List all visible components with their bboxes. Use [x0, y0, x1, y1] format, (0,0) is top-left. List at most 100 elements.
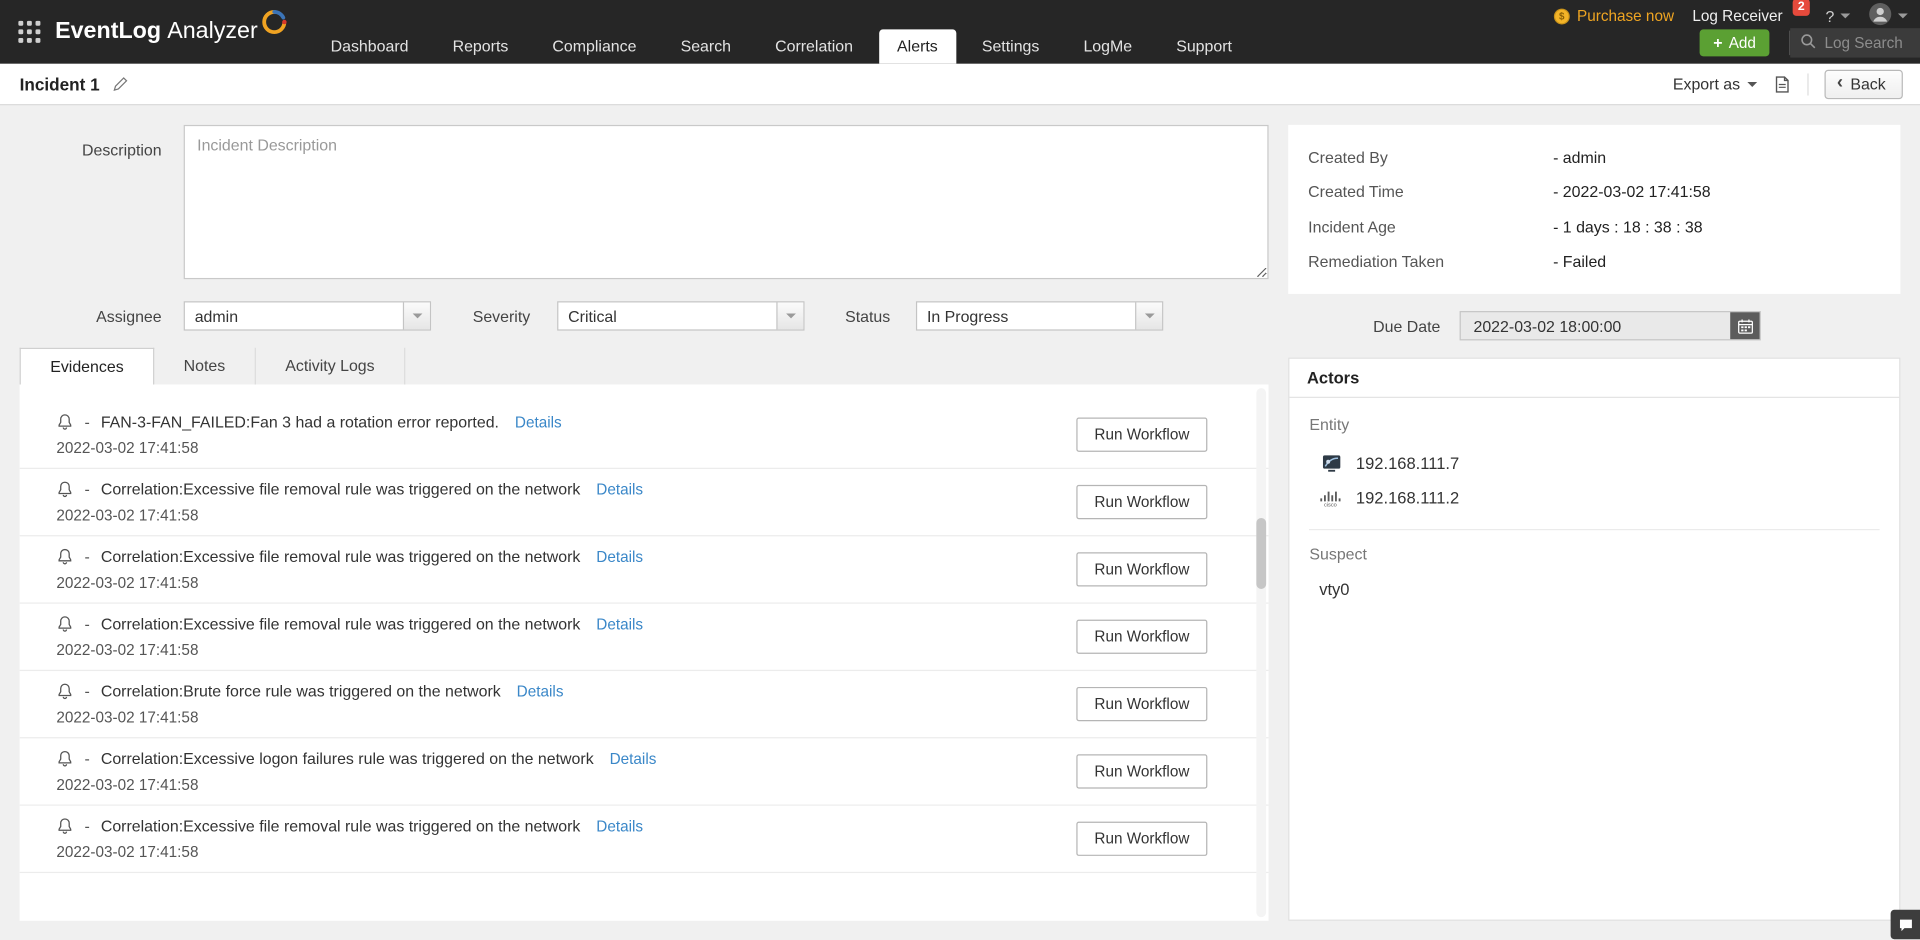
- calendar-icon[interactable]: [1731, 312, 1760, 339]
- evidence-row: - FAN-3-FAN_FAILED:Fan 3 had a rotation …: [20, 402, 1269, 469]
- main-nav: DashboardReportsComplianceSearchCorrelat…: [309, 29, 1254, 63]
- nav-item-logme[interactable]: LogMe: [1065, 29, 1150, 63]
- nav-item-alerts[interactable]: Alerts: [879, 29, 956, 63]
- evidence-row: - Correlation:Excessive file removal rul…: [20, 536, 1269, 603]
- run-workflow-button[interactable]: Run Workflow: [1076, 822, 1208, 856]
- detail-row: Remediation Taken - Failed: [1308, 244, 1881, 279]
- evidence-timestamp: 2022-03-02 17:41:58: [56, 709, 1076, 726]
- caret-down-icon: [1898, 13, 1908, 18]
- logo-text-primary: EventLog: [55, 18, 161, 45]
- evidence-timestamp: 2022-03-02 17:41:58: [56, 440, 1076, 457]
- separator: -: [84, 413, 89, 431]
- due-date-input[interactable]: 2022-03-02 18:00:00: [1460, 311, 1761, 340]
- evidence-message: FAN-3-FAN_FAILED:Fan 3 had a rotation er…: [101, 413, 499, 431]
- export-file-icon[interactable]: [1773, 74, 1791, 94]
- details-link[interactable]: Details: [596, 548, 643, 565]
- detail-row: Incident Age - 1 days : 18 : 38 : 38: [1308, 209, 1881, 244]
- evidence-timestamp: 2022-03-02 17:41:58: [56, 844, 1076, 861]
- details-link[interactable]: Details: [517, 683, 564, 700]
- add-button[interactable]: + Add: [1700, 29, 1770, 56]
- export-as-menu[interactable]: Export as: [1673, 75, 1757, 93]
- topbar: EventLog Analyzer DashboardReportsCompli…: [0, 0, 1920, 64]
- evidence-message: Correlation:Excessive file removal rule …: [101, 547, 581, 565]
- severity-select[interactable]: Critical: [557, 301, 804, 330]
- entity-name: 192.168.111.2: [1356, 489, 1459, 507]
- run-workflow-button[interactable]: Run Workflow: [1076, 754, 1208, 788]
- caret-down-icon: [1747, 81, 1757, 86]
- assignee-select[interactable]: admin: [184, 301, 431, 330]
- separator: -: [84, 615, 89, 633]
- run-workflow-button[interactable]: Run Workflow: [1076, 552, 1208, 586]
- search-icon: [1800, 33, 1816, 53]
- evidence-tabs: EvidencesNotesActivity Logs: [20, 348, 1269, 385]
- detail-label: Created Time: [1308, 183, 1553, 201]
- actors-panel: Actors Entity: [1289, 358, 1901, 921]
- run-workflow-button[interactable]: Run Workflow: [1076, 418, 1208, 452]
- feedback-chat-icon[interactable]: [1891, 910, 1920, 939]
- purchase-now-link[interactable]: $ Purchase now: [1554, 7, 1674, 24]
- run-workflow-button[interactable]: Run Workflow: [1076, 687, 1208, 721]
- page-header: Incident 1 Export as ‹ Ba: [0, 64, 1920, 106]
- detail-label: Incident Age: [1308, 218, 1553, 236]
- apps-grid-icon[interactable]: [18, 21, 40, 43]
- caret-down-icon: [403, 302, 430, 329]
- tab-activity-logs[interactable]: Activity Logs: [256, 348, 405, 385]
- detail-value: - admin: [1553, 148, 1606, 166]
- nav-item-support[interactable]: Support: [1158, 29, 1251, 63]
- user-menu[interactable]: [1869, 2, 1908, 29]
- details-link[interactable]: Details: [515, 413, 562, 430]
- detail-label: Remediation Taken: [1308, 253, 1553, 271]
- entity-row[interactable]: cisco 192.168.111.7: [1309, 446, 1879, 482]
- scrollbar-thumb[interactable]: [1257, 518, 1267, 589]
- details-link[interactable]: Details: [596, 615, 643, 632]
- divider: [1807, 73, 1808, 95]
- detail-value: - Failed: [1553, 253, 1606, 271]
- tab-evidences[interactable]: Evidences: [20, 348, 155, 385]
- svg-text:cisco: cisco: [1324, 502, 1337, 506]
- entity-row[interactable]: cisco 192.168.111.2: [1309, 481, 1879, 514]
- app-logo[interactable]: EventLog Analyzer: [55, 13, 288, 50]
- evidence-message: Correlation:Excessive file removal rule …: [101, 817, 581, 835]
- back-button[interactable]: ‹ Back: [1825, 69, 1903, 98]
- details-link[interactable]: Details: [596, 817, 643, 834]
- status-select[interactable]: In Progress: [916, 301, 1163, 330]
- log-receiver-link[interactable]: Log Receiver 2: [1692, 7, 1807, 24]
- detail-label: Created By: [1308, 148, 1553, 166]
- nav-item-compliance[interactable]: Compliance: [534, 29, 655, 63]
- run-workflow-button[interactable]: Run Workflow: [1076, 485, 1208, 519]
- evidence-timestamp: 2022-03-02 17:41:58: [56, 642, 1076, 659]
- evidence-message: Correlation:Excessive file removal rule …: [101, 615, 581, 633]
- evidence-message: Correlation:Brute force rule was trigger…: [101, 682, 501, 700]
- description-label: Description: [20, 125, 184, 279]
- run-workflow-button[interactable]: Run Workflow: [1076, 620, 1208, 654]
- evidence-message: Correlation:Excessive file removal rule …: [101, 480, 581, 498]
- tab-notes[interactable]: Notes: [154, 348, 256, 385]
- cisco-icon: cisco: [1319, 489, 1343, 507]
- evidence-row: - Correlation:Excessive logon failures r…: [20, 738, 1269, 805]
- entity-label: Entity: [1309, 415, 1879, 433]
- evidence-row: - Correlation:Excessive file removal rul…: [20, 806, 1269, 873]
- coin-icon: $: [1554, 8, 1570, 24]
- nav-item-dashboard[interactable]: Dashboard: [312, 29, 427, 63]
- nav-item-settings[interactable]: Settings: [963, 29, 1057, 63]
- details-link[interactable]: Details: [596, 481, 643, 498]
- details-link[interactable]: Details: [610, 750, 657, 767]
- nav-item-search[interactable]: Search: [662, 29, 749, 63]
- entity-name: 192.168.111.7: [1356, 454, 1459, 472]
- separator: -: [84, 817, 89, 835]
- assignee-label: Assignee: [20, 307, 184, 325]
- help-menu[interactable]: ?: [1825, 7, 1850, 25]
- severity-label: Severity: [431, 307, 557, 325]
- separator: -: [84, 682, 89, 700]
- description-textarea[interactable]: [184, 125, 1269, 279]
- evidence-timestamp: 2022-03-02 17:41:58: [56, 574, 1076, 591]
- incident-form-column: Description Assignee admin Severity Crit…: [20, 125, 1269, 921]
- nav-item-reports[interactable]: Reports: [434, 29, 526, 63]
- log-search-button[interactable]: Log Search: [1790, 28, 1920, 57]
- app-window: EventLog Analyzer DashboardReportsCompli…: [0, 0, 1920, 940]
- scrollbar-track[interactable]: [1257, 388, 1267, 917]
- nav-item-correlation[interactable]: Correlation: [757, 29, 872, 63]
- user-avatar-icon: [1869, 2, 1892, 29]
- suspect-item: vty0: [1309, 576, 1879, 604]
- edit-pencil-icon[interactable]: [113, 76, 129, 92]
